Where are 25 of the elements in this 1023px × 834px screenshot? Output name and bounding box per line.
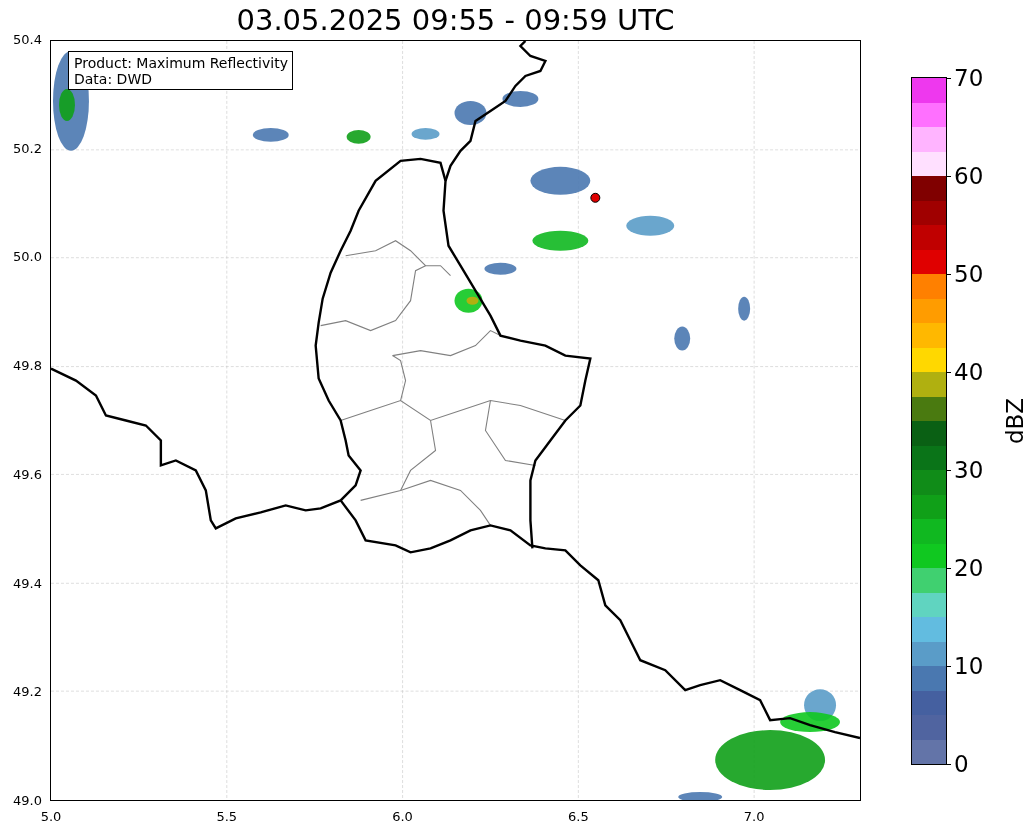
- axis-tick-label: 6.5: [568, 809, 589, 824]
- axis-tick-label: 49.6: [13, 467, 42, 482]
- axis-tick-label: 50.4: [13, 33, 42, 47]
- axis-tick-label: 50.0: [13, 250, 42, 265]
- axis-tick-label: 49.0: [13, 794, 42, 808]
- axis-tick-label: 50.2: [13, 141, 42, 156]
- colorbar-tick-label: 50: [954, 261, 984, 287]
- axis-tick-label: 49.8: [13, 359, 42, 374]
- chart-title: 03.05.2025 09:55 - 09:59 UTC: [235, 4, 676, 36]
- axis-tick-label: 5.5: [216, 809, 238, 824]
- info-text: Data: DWD: [74, 71, 153, 87]
- colorbar-tick-label: 30: [954, 457, 984, 483]
- colorbar-tick-label: 60: [954, 163, 984, 189]
- axis-tick-label: 49.4: [13, 576, 42, 591]
- axis-tick-label: 49.2: [13, 685, 42, 700]
- colorbar-tick-label: 40: [954, 359, 984, 385]
- colorbar-tick-label: 70: [954, 65, 984, 91]
- axis-tick-label: 7.0: [743, 809, 765, 824]
- colorbar-tick-label: 20: [954, 555, 984, 581]
- info-text: Product: Maximum Reflectivity: [74, 55, 288, 71]
- axis-tick-label: 5.0: [40, 809, 62, 824]
- axis-tick-label: 6.0: [392, 809, 413, 824]
- colorbar-label: dBZ: [1002, 397, 1023, 445]
- colorbar-tick-label: 0: [954, 751, 969, 777]
- colorbar-tick-label: 10: [954, 653, 984, 679]
